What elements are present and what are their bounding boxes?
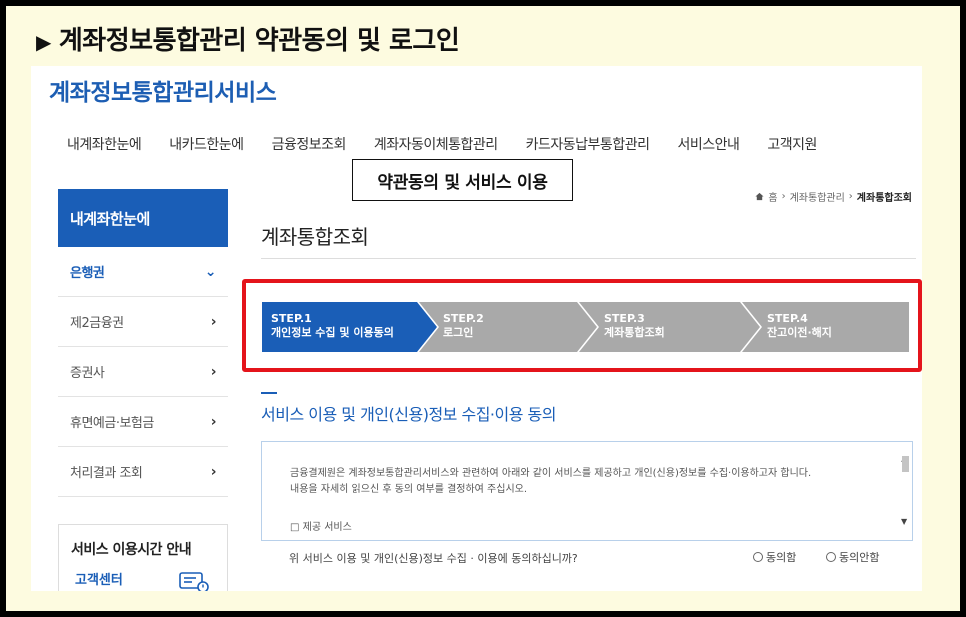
agree-label: 동의함 xyxy=(766,551,797,564)
chevron-down-icon: ⌄ xyxy=(204,263,217,280)
breadcrumb-current: 계좌통합조회 xyxy=(856,193,912,204)
gnb-item-my-cards[interactable]: 내카드한눈에 xyxy=(169,134,244,154)
terms-box[interactable]: 금융결제원은 계좌정보통합관리서비스와 관련하여 아래와 같이 서비스를 제공하… xyxy=(261,441,913,541)
service-hours-title: 서비스 이용시간 안내 xyxy=(71,542,192,558)
step-1-number: STEP.1 xyxy=(271,312,312,325)
lnb-item-label: 증권사 xyxy=(70,366,105,381)
lnb-item-label: 제2금융권 xyxy=(70,316,124,331)
breadcrumb-separator-icon: › xyxy=(848,191,853,202)
step-4-label: 잔고이전·해지 xyxy=(767,326,832,339)
section-title: 서비스 이용 및 개인(신용)정보 수집·이용 동의 xyxy=(261,405,556,424)
step-2-number: STEP.2 xyxy=(443,312,484,325)
radio-circle-icon[interactable] xyxy=(826,552,836,562)
home-icon[interactable] xyxy=(755,192,764,201)
slide-title-text: 계좌정보통합관리 약관동의 및 로그인 xyxy=(58,26,460,56)
scroll-thumb[interactable] xyxy=(902,456,909,472)
terms-line-1: 금융결제원은 계좌정보통합관리서비스와 관련하여 아래와 같이 서비스를 제공하… xyxy=(290,468,812,479)
gnb-item-service-guide[interactable]: 서비스안내 xyxy=(677,134,739,154)
side-navigation: 내계좌한눈에 은행권 ⌄ 제2금융권 › 증권사 › 휴면예금·보험금 › 처리결과 조… xyxy=(58,189,228,497)
step-3-label: 계좌통합조회 xyxy=(604,326,665,339)
customer-center-link[interactable]: 고객센터 xyxy=(75,569,123,588)
card-info-icon xyxy=(179,572,209,591)
gnb-item-card-auto-pay[interactable]: 카드자동납부통합관리 xyxy=(526,134,650,154)
breadcrumb-parent[interactable]: 계좌통합관리 xyxy=(790,189,845,204)
lnb-item-label: 처리결과 조회 xyxy=(70,466,143,481)
agree-radio[interactable]: 동의함 xyxy=(753,549,796,565)
gnb-item-auto-transfer[interactable]: 계좌자동이체통합관리 xyxy=(374,134,498,154)
slide-frame: ▶ 계좌정보통합관리 약관동의 및 로그인 계좌정보통합관리서비스 내계좌한눈에 … xyxy=(6,6,960,611)
section-accent xyxy=(261,392,277,394)
chevron-right-icon: › xyxy=(210,413,217,430)
breadcrumb: 홈 › 계좌통합관리 › 계좌통합조회 xyxy=(755,189,912,204)
gnb-item-support[interactable]: 고객지원 xyxy=(767,134,817,154)
site-brand[interactable]: 계좌정보통합관리서비스 xyxy=(49,73,277,107)
breadcrumb-home[interactable]: 홈 xyxy=(768,189,777,204)
step-1: STEP.1 개인정보 수집 및 이용동의 xyxy=(271,312,394,340)
terms-scrollbar[interactable]: ▲ ▼ xyxy=(900,454,910,526)
step-3: STEP.3 계좌통합조회 xyxy=(604,312,665,340)
gnb-item-my-accounts[interactable]: 내계좌한눈에 xyxy=(67,134,142,154)
slide-title: ▶ 계좌정보통합관리 약관동의 및 로그인 xyxy=(36,20,460,57)
chevron-right-icon: › xyxy=(210,313,217,330)
chevron-right-icon: › xyxy=(210,463,217,480)
consent-question: 위 서비스 이용 및 개인(신용)정보 수집 · 이용에 동의하십니까? xyxy=(289,552,578,565)
step-2: STEP.2 로그인 xyxy=(443,312,484,340)
disagree-label: 동의안함 xyxy=(839,551,880,564)
chevron-right-icon: › xyxy=(210,363,217,380)
callout-label: 약관동의 및 서비스 이용 xyxy=(352,159,573,201)
terms-item: □ 제공 서비스 xyxy=(290,522,352,533)
page-title: 계좌통합조회 xyxy=(261,225,369,249)
lnb-item-results[interactable]: 처리결과 조회 › xyxy=(58,447,228,497)
disagree-radio[interactable]: 동의안함 xyxy=(826,549,879,565)
step-3-number: STEP.3 xyxy=(604,312,645,325)
title-divider xyxy=(261,258,916,259)
lnb-item-label: 휴면예금·보험금 xyxy=(70,416,154,431)
step-1-label: 개인정보 수집 및 이용동의 xyxy=(271,326,394,339)
main-navigation: 내계좌한눈에 내카드한눈에 금융정보조회 계좌자동이체통합관리 카드자동납부통합… xyxy=(67,134,845,154)
step-4-number: STEP.4 xyxy=(767,312,808,325)
lnb-header[interactable]: 내계좌한눈에 xyxy=(58,189,228,247)
terms-line-2: 내용을 자세히 읽으신 후 동의 여부를 결정하여 주십시오. xyxy=(290,484,528,495)
triangle-icon: ▶ xyxy=(36,30,51,54)
web-page: 계좌정보통합관리서비스 내계좌한눈에 내카드한눈에 금융정보조회 계좌자동이체통… xyxy=(31,66,922,591)
service-hours-box: 서비스 이용시간 안내 고객센터 xyxy=(58,524,228,591)
gnb-item-financial-info[interactable]: 금융정보조회 xyxy=(272,134,347,154)
lnb-item-securities[interactable]: 증권사 › xyxy=(58,347,228,397)
lnb-item-dormant[interactable]: 휴면예금·보험금 › xyxy=(58,397,228,447)
step-2-label: 로그인 xyxy=(443,326,474,339)
scroll-down-icon[interactable]: ▼ xyxy=(901,517,907,526)
step-4: STEP.4 잔고이전·해지 xyxy=(767,312,832,340)
lnb-item-label: 은행권 xyxy=(70,266,105,281)
lnb-item-secondary-finance[interactable]: 제2금융권 › xyxy=(58,297,228,347)
step-progress: STEP.1 개인정보 수집 및 이용동의 STEP.2 로그인 STEP.3 계좌통… xyxy=(262,302,909,352)
lnb-item-bank[interactable]: 은행권 ⌄ xyxy=(58,247,228,297)
breadcrumb-separator-icon: › xyxy=(781,191,786,202)
terms-text: 금융결제원은 계좌정보통합관리서비스와 관련하여 아래와 같이 서비스를 제공하… xyxy=(290,466,811,498)
radio-circle-icon[interactable] xyxy=(753,552,763,562)
